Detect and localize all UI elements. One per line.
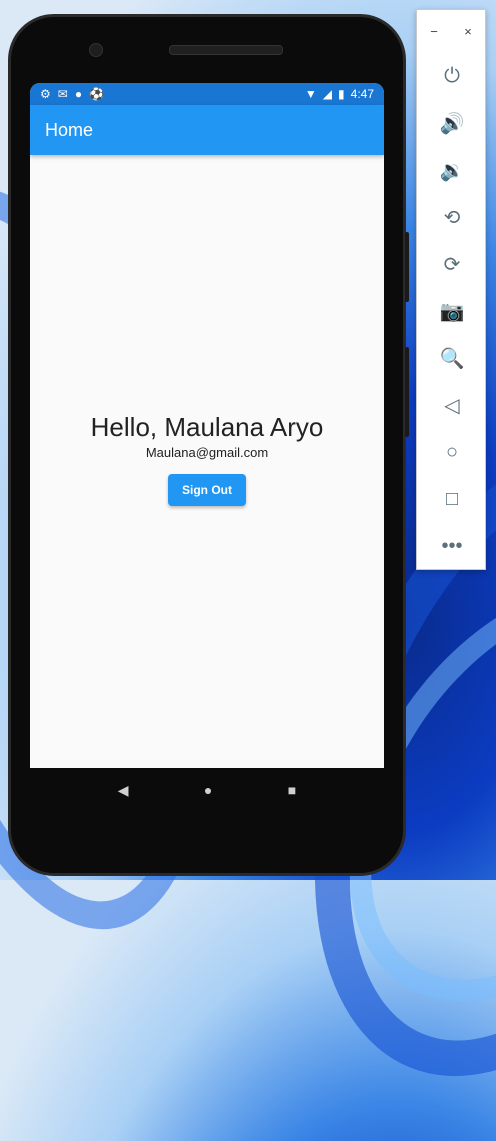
volume-rocker [405,232,409,302]
rotate-right-icon[interactable]: ⟳ [417,241,487,288]
signal-icon: ◢ [322,87,333,101]
power-side-button [405,347,409,437]
app-bar: Home [30,105,384,155]
zoom-icon[interactable]: 🔍 [417,335,487,382]
user-email: Maulana@gmail.com [145,445,269,460]
wifi-icon: ▼ [304,87,317,101]
power-icon[interactable]: ⏻ [417,53,487,100]
page-title: Home [45,119,94,140]
home-content: Hello, Maulana Aryo Maulana@gmail.com Si… [30,155,384,768]
nav-home-icon[interactable]: ● [204,782,212,798]
more-icon[interactable]: ••• [417,523,487,570]
overview-icon[interactable]: □ [417,476,487,523]
nav-back-icon[interactable]: ◀ [118,782,129,799]
gear-icon: ⚙ [40,87,51,101]
close-button[interactable]: × [464,24,472,39]
battery-icon: ▮ [338,87,345,101]
android-nav-bar: ◀ ● ■ [30,768,384,812]
home-icon[interactable]: ○ [417,429,487,476]
nav-recents-icon[interactable]: ■ [288,782,296,798]
minimize-button[interactable]: − [430,24,438,39]
rotate-left-icon[interactable]: ⟲ [417,194,487,241]
camera-icon[interactable]: 📷 [417,288,487,335]
emulator-toolbar: − × ⏻ 🔊 🔉 ⟲ ⟳ 📷 🔍 ◁ ○ □ ••• [416,9,486,570]
status-bar: ⚙ ✉ ● ⚽ ▼ ◢ ▮ 4:47 [30,83,384,105]
volume-up-icon[interactable]: 🔊 [417,100,487,147]
earpiece-speaker [169,45,283,55]
greeting-text: Hello, Maulana Aryo [90,412,324,442]
volume-down-icon[interactable]: 🔉 [417,147,487,194]
circle-icon: ● [74,87,83,101]
gmail-icon: ✉ [57,87,68,101]
back-icon[interactable]: ◁ [417,382,487,429]
front-camera [89,43,103,57]
status-time: 4:47 [350,87,374,101]
sign-out-button[interactable]: Sign Out [168,474,246,506]
soccer-ball-icon: ⚽ [89,87,105,101]
device-screen: ⚙ ✉ ● ⚽ ▼ ◢ ▮ 4:47 Home Hello, Maulana A… [30,83,384,768]
